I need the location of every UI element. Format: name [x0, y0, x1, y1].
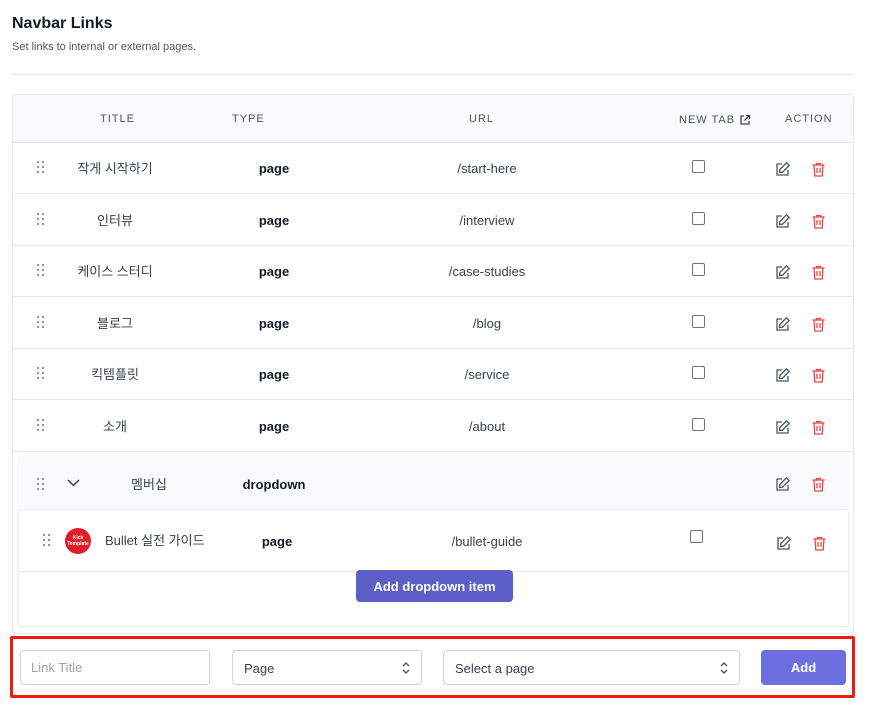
- dropdown-items: Kick Template Bullet 실전 가이드 page /bullet…: [18, 509, 849, 627]
- column-title: TITLE: [100, 113, 135, 125]
- row-url: /about: [468, 419, 506, 434]
- row-url: /service: [464, 367, 510, 382]
- page-select[interactable]: Select a page: [443, 650, 740, 685]
- divider: [12, 74, 854, 75]
- page-select-placeholder: Select a page: [455, 661, 535, 676]
- row-url: /start-here: [457, 161, 517, 176]
- row-url: /case-studies: [448, 264, 526, 279]
- type-select-value: Page: [244, 661, 275, 676]
- new-tab-checkbox[interactable]: [690, 530, 703, 543]
- table-row: 케이스 스터디 page /case-studies: [13, 246, 853, 297]
- edit-icon[interactable]: [774, 367, 791, 384]
- edit-icon[interactable]: [774, 264, 791, 281]
- external-link-icon: [740, 114, 751, 125]
- add-button[interactable]: Add: [761, 650, 846, 685]
- new-tab-checkbox[interactable]: [692, 160, 705, 173]
- avatar: Kick Template: [65, 528, 91, 554]
- dropdown-type: dropdown: [242, 477, 306, 492]
- new-tab-checkbox[interactable]: [692, 418, 705, 431]
- column-url: URL: [469, 113, 495, 125]
- row-type: page: [258, 316, 290, 331]
- dropdown-item-title: Bullet 실전 가이드: [105, 533, 205, 548]
- table-row: 킥템플릿 page /service: [13, 349, 853, 400]
- new-tab-checkbox[interactable]: [692, 366, 705, 379]
- row-title: 케이스 스터디: [77, 264, 153, 279]
- edit-icon[interactable]: [775, 535, 792, 552]
- chevron-up-down-icon: [402, 662, 410, 674]
- table-row: 인터뷰 page /interview: [13, 195, 853, 246]
- table-header: TITLE TYPE URL NEW TAB ACTION: [13, 95, 853, 143]
- edit-icon[interactable]: [774, 316, 791, 333]
- row-title: 인터뷰: [97, 213, 133, 228]
- trash-icon[interactable]: [811, 535, 828, 552]
- row-title: 소개: [103, 419, 127, 434]
- column-action: ACTION: [785, 113, 833, 125]
- edit-icon[interactable]: [774, 476, 791, 493]
- navbar-links-table: TITLE TYPE URL NEW TAB ACTION 작게 시작하기 pa…: [12, 94, 854, 634]
- trash-icon[interactable]: [810, 213, 827, 230]
- header: Navbar Links Set links to internal or ex…: [12, 14, 196, 54]
- trash-icon[interactable]: [810, 264, 827, 281]
- row-type: page: [258, 264, 290, 279]
- trash-icon[interactable]: [810, 476, 827, 493]
- dropdown-item-url: /bullet-guide: [451, 534, 523, 549]
- row-type: page: [258, 161, 290, 176]
- drag-handle-icon[interactable]: [43, 534, 51, 548]
- dropdown-item-type: page: [261, 534, 293, 549]
- row-type: page: [258, 213, 290, 228]
- table-row: 블로그 page /blog: [13, 298, 853, 349]
- trash-icon[interactable]: [810, 316, 827, 333]
- page-title: Navbar Links: [12, 15, 113, 32]
- type-select[interactable]: Page: [232, 650, 422, 685]
- new-tab-checkbox[interactable]: [692, 315, 705, 328]
- row-title: 킥템플릿: [91, 367, 139, 382]
- row-title: 작게 시작하기: [77, 161, 153, 176]
- add-dropdown-item-button[interactable]: Add dropdown item: [356, 570, 513, 602]
- dropdown-title: 멤버십: [131, 477, 167, 492]
- column-new-tab: NEW TAB: [679, 114, 751, 126]
- page-subtitle: Set links to internal or external pages.: [12, 41, 197, 53]
- trash-icon[interactable]: [810, 161, 827, 178]
- add-link-form: Page Select a page Add: [10, 636, 855, 698]
- table-row: 작게 시작하기 page /start-here: [13, 143, 853, 194]
- row-url: /blog: [472, 316, 502, 331]
- row-title: 블로그: [97, 316, 133, 331]
- edit-icon[interactable]: [774, 213, 791, 230]
- edit-icon[interactable]: [774, 161, 791, 178]
- trash-icon[interactable]: [810, 419, 827, 436]
- row-type: page: [258, 419, 290, 434]
- row-url: /interview: [459, 213, 515, 228]
- chevron-up-down-icon: [720, 662, 728, 674]
- row-type: page: [258, 367, 290, 382]
- new-tab-checkbox[interactable]: [692, 263, 705, 276]
- drag-handle-icon[interactable]: [37, 478, 45, 492]
- trash-icon[interactable]: [810, 367, 827, 384]
- table-row: 소개 page /about: [13, 401, 853, 452]
- column-new-tab-label: NEW TAB: [679, 114, 736, 126]
- column-type: TYPE: [232, 113, 265, 125]
- new-tab-checkbox[interactable]: [692, 212, 705, 225]
- dropdown-group: 멤버십 dropdown Kick Template Bullet 실전 가이드…: [17, 455, 850, 627]
- edit-icon[interactable]: [774, 419, 791, 436]
- link-title-input[interactable]: [20, 650, 210, 685]
